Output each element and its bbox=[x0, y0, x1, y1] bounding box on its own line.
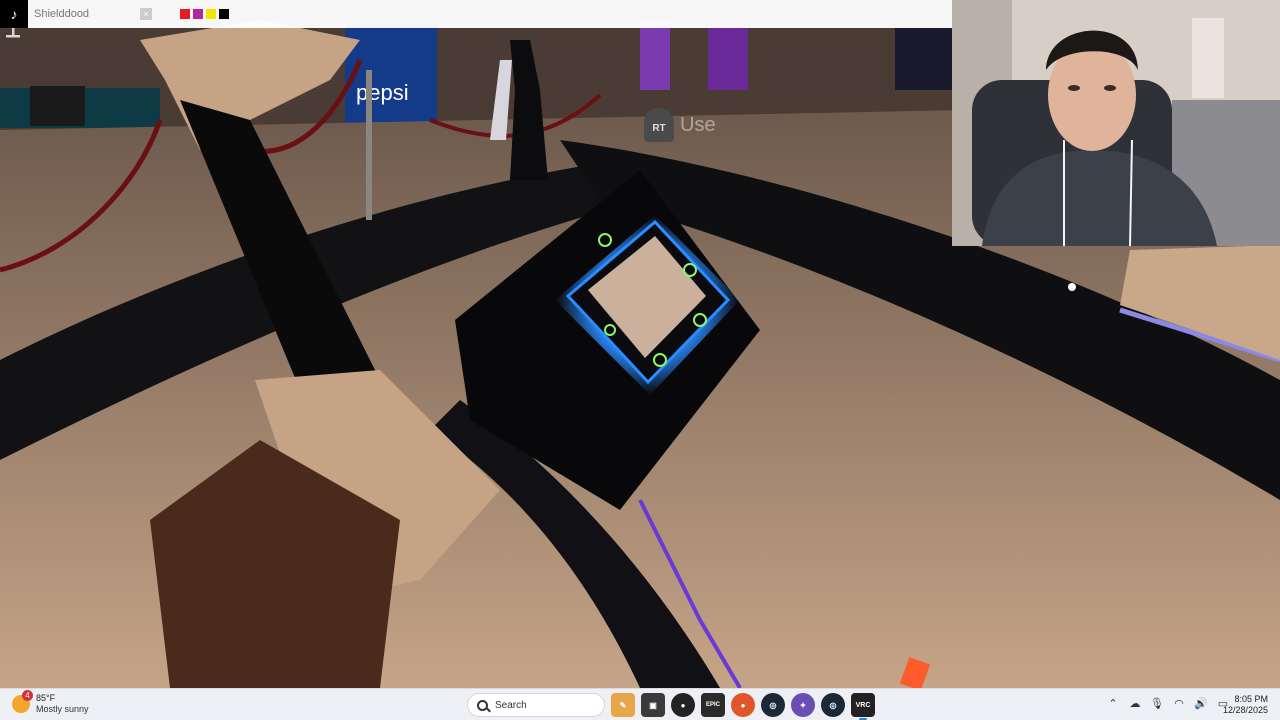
taskbar-clock[interactable]: 8:05 PM 12/28/2025 bbox=[1223, 694, 1268, 716]
steam-icon[interactable]: ◎ bbox=[821, 693, 845, 717]
stream-overlay-bar: ♪ Shielddood × bbox=[0, 0, 952, 28]
steam-icon[interactable]: ◎ bbox=[761, 693, 785, 717]
microphone-icon[interactable]: 🎙 bbox=[1150, 697, 1164, 710]
vending-sign: pepsi bbox=[356, 80, 409, 105]
search-placeholder: Search bbox=[495, 699, 527, 711]
clock-time: 8:05 PM bbox=[1234, 694, 1268, 704]
windows-taskbar: 4 85°F Mostly sunny Search ✎ ▣ ● EPIC ● … bbox=[0, 688, 1280, 720]
file-explorer-icon[interactable]: ▣ bbox=[641, 693, 665, 717]
rt-button-icon: RT bbox=[644, 108, 674, 142]
weather-temperature: 85°F bbox=[36, 693, 56, 703]
swatch-yellow bbox=[206, 9, 216, 19]
webcam-feed bbox=[952, 0, 1280, 246]
app-icon[interactable]: ✦ bbox=[791, 693, 815, 717]
vrchat-icon[interactable]: VRC bbox=[851, 693, 875, 720]
swatch-purple bbox=[193, 9, 203, 19]
tiktok-icon: ♪ bbox=[0, 0, 28, 28]
start-icon[interactable] bbox=[437, 693, 461, 717]
sun-icon: 4 bbox=[12, 690, 33, 713]
color-swatches bbox=[180, 9, 229, 19]
volume-icon[interactable]: 🔊 bbox=[1194, 697, 1208, 710]
taskbar-apps: Search ✎ ▣ ● EPIC ● ◎ ✦ ◎ VRC bbox=[437, 693, 875, 720]
weather-widget[interactable]: 4 85°F Mostly sunny bbox=[12, 690, 89, 715]
swatch-red bbox=[180, 9, 190, 19]
taskbar-search[interactable]: Search bbox=[467, 693, 605, 717]
wifi-icon[interactable]: ◠ bbox=[1172, 697, 1186, 710]
interaction-prompt: RT Use bbox=[644, 108, 716, 142]
cloud-icon[interactable]: ☁ bbox=[1128, 697, 1142, 710]
close-icon[interactable]: × bbox=[140, 8, 152, 20]
epic-games-icon[interactable]: EPIC bbox=[701, 693, 725, 717]
webcam-scene bbox=[952, 0, 1280, 246]
obs-icon[interactable]: ● bbox=[671, 693, 695, 717]
weather-condition: Mostly sunny bbox=[36, 704, 89, 714]
firefox-icon[interactable]: ● bbox=[731, 693, 755, 717]
use-label: Use bbox=[680, 113, 716, 136]
copilot-icon[interactable]: ✎ bbox=[611, 693, 635, 717]
clock-date: 12/28/2025 bbox=[1222, 705, 1268, 715]
search-icon bbox=[477, 699, 488, 711]
chevron-up-icon[interactable]: ⌃ bbox=[1106, 697, 1120, 710]
streamer-username: Shielddood bbox=[34, 8, 90, 20]
system-tray: ⌃ ☁ 🎙 ◠ 🔊 ▭ bbox=[1106, 697, 1230, 710]
notification-badge: 4 bbox=[22, 690, 33, 701]
swatch-black bbox=[219, 9, 229, 19]
